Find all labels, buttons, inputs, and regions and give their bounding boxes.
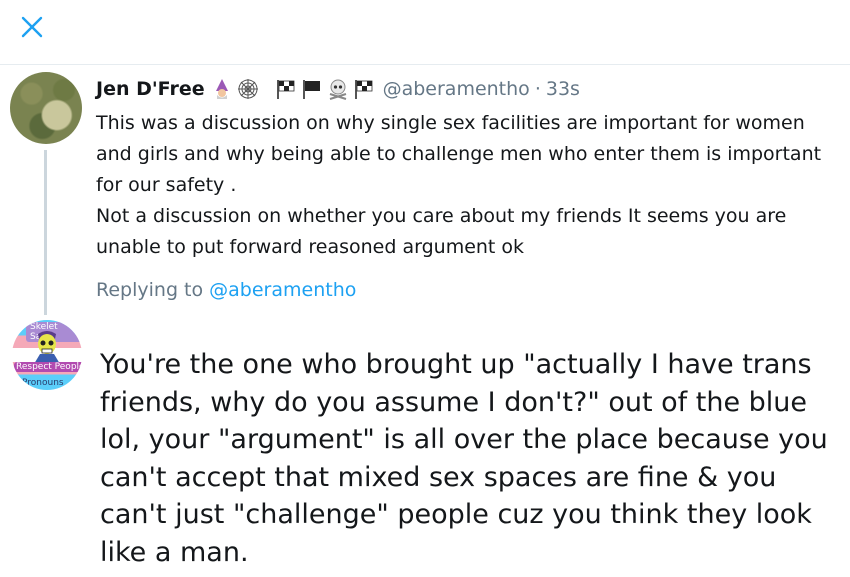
tweet-text: This was a discussion on why single sex … xyxy=(96,108,836,263)
separator-dot: · xyxy=(534,78,541,100)
spider-web-emoji xyxy=(237,79,258,99)
top-bar xyxy=(0,0,850,64)
replying-to: Replying to @aberamentho xyxy=(96,279,356,301)
skull-crossbones-emoji xyxy=(329,79,346,100)
timestamp[interactable]: 33s xyxy=(546,78,580,100)
avatar-badge-middle: Respect Peoples xyxy=(14,362,82,372)
tweet-paragraph: Not a discussion on whether you care abo… xyxy=(96,205,787,258)
original-tweet: Jen D'Free @aberamentho · 33s This was a… xyxy=(96,74,836,263)
avatar-badge-bottom: Pronouns xyxy=(22,378,64,388)
tweet-paragraph: This was a discussion on why single sex … xyxy=(96,112,822,196)
reply-text[interactable]: You're the one who brought up "actually … xyxy=(100,346,840,571)
thread-line xyxy=(44,150,47,315)
close-icon[interactable] xyxy=(17,12,47,42)
reply-avatar[interactable]: Skelet Says Respect Peoples Pronouns xyxy=(12,320,82,390)
black-flag-emoji xyxy=(302,80,320,99)
mage-emoji xyxy=(215,79,228,99)
divider xyxy=(0,64,850,65)
chequered-flag-emoji xyxy=(276,80,294,99)
skeleton-icon xyxy=(34,331,60,364)
user-handle[interactable]: @aberamentho xyxy=(383,78,530,100)
avatar[interactable] xyxy=(10,72,82,144)
tweet-header: Jen D'Free @aberamentho · 33s xyxy=(96,74,836,104)
replying-handle-link[interactable]: @aberamentho xyxy=(209,279,356,301)
chequered-flag-emoji xyxy=(354,80,372,99)
name-emojis xyxy=(211,78,375,100)
replying-prefix: Replying to xyxy=(96,279,210,301)
display-name[interactable]: Jen D'Free xyxy=(96,78,205,100)
